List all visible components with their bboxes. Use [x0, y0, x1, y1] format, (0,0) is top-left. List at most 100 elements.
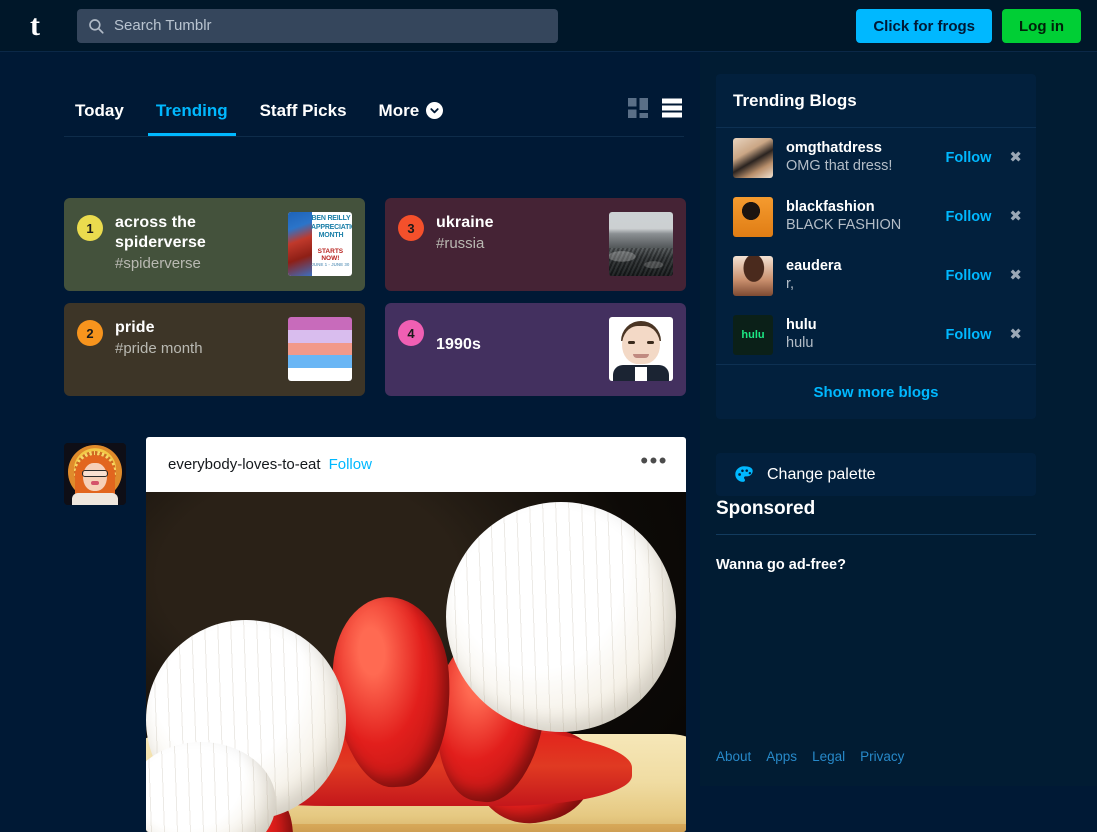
change-palette-label: Change palette — [767, 465, 876, 483]
post-options-icon[interactable]: ••• — [640, 449, 668, 480]
search-input[interactable] — [114, 17, 548, 34]
follow-button[interactable]: Follow — [946, 327, 992, 343]
click-for-frogs-button[interactable]: Click for frogs — [856, 9, 992, 43]
tab-today[interactable]: Today — [64, 85, 140, 136]
topbar-actions: Click for frogs Log in — [856, 9, 1081, 43]
trending-rank-badge: 1 — [77, 215, 103, 241]
change-palette-button[interactable]: Change palette — [716, 453, 1036, 496]
explore-tabs: Today Trending Staff Picks More — [64, 85, 684, 137]
trending-card-text: ukraine #russia — [436, 213, 608, 254]
dismiss-icon[interactable]: ✖ — [1009, 327, 1022, 342]
list-item: blackfashion BLACK FASHION Follow ✖ — [716, 187, 1036, 246]
search-bar[interactable] — [77, 8, 558, 43]
post-blog-name[interactable]: everybody-loves-to-eat — [168, 456, 321, 473]
blog-avatar[interactable]: hulu — [733, 314, 773, 355]
trending-rank-badge: 2 — [77, 320, 103, 346]
post: everybody-loves-to-eat Follow ••• — [64, 437, 686, 832]
trending-card-1990s[interactable]: 4 1990s — [385, 303, 686, 396]
trending-rank-badge: 4 — [398, 320, 424, 346]
follow-button[interactable]: Follow — [946, 268, 992, 284]
trending-card-thumbnail: BEN REILLY APPRECIATIO MONTH STARTS NOW!… — [288, 212, 352, 276]
tab-staff-picks[interactable]: Staff Picks — [244, 85, 363, 136]
blog-title: hulu — [786, 335, 814, 351]
list-item: omgthatdress OMG that dress! Follow ✖ — [716, 128, 1036, 187]
dismiss-icon[interactable]: ✖ — [1009, 268, 1022, 283]
follow-button[interactable]: Follow — [946, 150, 992, 166]
trending-blogs-heading: Trending Blogs — [716, 74, 1036, 128]
thumb-text-line3: MONTH — [318, 232, 344, 239]
trending-card-ukraine[interactable]: 3 ukraine #russia — [385, 198, 686, 291]
thumb-text-line1: BEN REILLY — [311, 215, 351, 222]
palette-icon — [735, 465, 753, 482]
footer-link-legal[interactable]: Legal — [812, 749, 845, 764]
trending-card-title: pride — [115, 319, 155, 336]
tumblr-logo-icon[interactable]: t — [18, 9, 52, 43]
blog-name[interactable]: omgthatdress — [786, 139, 946, 157]
grid-view-icon[interactable] — [628, 98, 648, 118]
chevron-down-icon — [426, 102, 444, 119]
list-item: eaudera r, Follow ✖ — [716, 246, 1036, 305]
follow-button[interactable]: Follow — [946, 209, 992, 225]
trending-card-spiderverse[interactable]: 1 across the spiderverse #spiderverse BE… — [64, 198, 365, 291]
post-header: everybody-loves-to-eat Follow ••• — [146, 437, 686, 492]
footer-link-about[interactable]: About — [716, 749, 751, 764]
trending-card-text: 1990s — [436, 318, 608, 355]
main-column: Today Trending Staff Picks More 1 across… — [0, 52, 700, 832]
hulu-logo-text: hulu — [741, 328, 765, 341]
blog-name[interactable]: blackfashion — [786, 198, 946, 216]
footer-links: About Apps Legal Privacy — [716, 749, 904, 764]
sponsored-section: Sponsored Wanna go ad-free? — [716, 498, 1036, 573]
page-body: Today Trending Staff Picks More 1 across… — [0, 52, 1097, 832]
thumb-text-dates: JUNE 1 - JUNE 30 — [311, 262, 350, 267]
trending-card-tag: #spiderverse — [115, 255, 201, 272]
blog-meta: omgthatdress OMG that dress! — [786, 139, 946, 176]
blog-avatar[interactable] — [733, 137, 773, 178]
trending-card-pride[interactable]: 2 pride #pride month — [64, 303, 365, 396]
blog-avatar[interactable] — [733, 196, 773, 237]
top-navigation-bar: t Click for frogs Log in — [0, 0, 1097, 52]
trending-card-text: across the spiderverse #spiderverse — [115, 213, 287, 274]
blog-title: r, — [786, 276, 795, 292]
dismiss-icon[interactable]: ✖ — [1009, 209, 1022, 224]
trending-card-tag: #russia — [436, 235, 485, 252]
trending-card-title: ukraine — [436, 214, 494, 231]
list-view-icon[interactable] — [662, 98, 682, 118]
thumb-text-line2: APPRECIATIO — [311, 223, 352, 231]
search-icon — [89, 18, 104, 34]
trending-blogs-panel: Trending Blogs omgthatdress OMG that dre… — [716, 74, 1036, 419]
tab-more[interactable]: More — [363, 85, 460, 136]
blog-meta: hulu hulu — [786, 316, 946, 353]
dismiss-icon[interactable]: ✖ — [1009, 150, 1022, 165]
trending-card-title: 1990s — [436, 336, 481, 353]
post-photo[interactable] — [146, 492, 686, 832]
blog-name[interactable]: eaudera — [786, 257, 946, 275]
footer-link-apps[interactable]: Apps — [766, 749, 797, 764]
trending-card-thumbnail — [609, 212, 673, 276]
avatar[interactable] — [64, 443, 126, 505]
blog-avatar[interactable] — [733, 255, 773, 296]
login-button[interactable]: Log in — [1002, 9, 1081, 43]
blog-meta: blackfashion BLACK FASHION — [786, 198, 946, 235]
tab-staff-picks-label: Staff Picks — [259, 100, 347, 120]
blog-title: BLACK FASHION — [786, 217, 902, 233]
post-card: everybody-loves-to-eat Follow ••• — [146, 437, 686, 832]
blog-name[interactable]: hulu — [786, 316, 946, 334]
pride-flag-icon — [288, 317, 352, 381]
trending-card-title: across the spiderverse — [115, 214, 206, 251]
tab-trending-label: Trending — [155, 100, 228, 120]
tab-today-label: Today — [75, 100, 124, 120]
view-toggle-group — [628, 98, 682, 118]
footer-link-privacy[interactable]: Privacy — [860, 749, 904, 764]
trending-card-thumbnail — [288, 317, 352, 381]
thumb-text-starts: STARTS NOW! — [317, 248, 344, 262]
sponsored-body[interactable]: Wanna go ad-free? — [716, 557, 1036, 573]
trending-rank-badge: 3 — [398, 215, 424, 241]
tab-trending[interactable]: Trending — [140, 85, 244, 136]
show-more-blogs-button[interactable]: Show more blogs — [716, 364, 1036, 419]
list-item: hulu hulu hulu Follow ✖ — [716, 305, 1036, 364]
tab-more-label: More — [378, 100, 420, 120]
trending-cards-grid: 1 across the spiderverse #spiderverse BE… — [64, 198, 686, 396]
sponsored-heading: Sponsored — [716, 498, 1036, 535]
trending-card-thumbnail — [609, 317, 673, 381]
post-follow-button[interactable]: Follow — [329, 456, 372, 473]
